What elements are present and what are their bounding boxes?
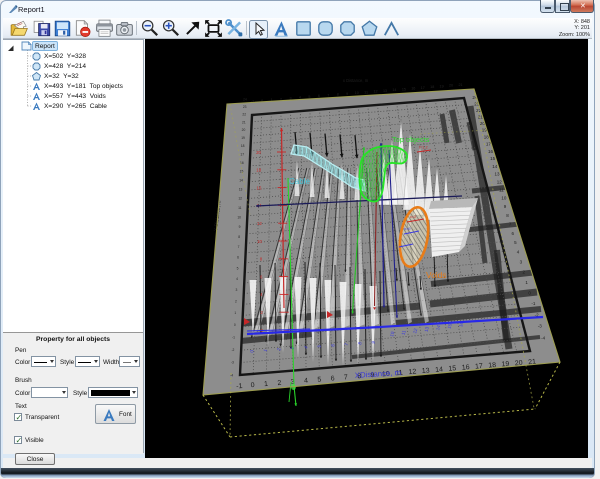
svg-text:9: 9 [239, 225, 241, 229]
svg-text:18: 18 [256, 168, 261, 173]
svg-text:-1: -1 [236, 383, 243, 391]
svg-text:0: 0 [250, 382, 255, 389]
svg-text:18: 18 [430, 85, 434, 89]
svg-text:12: 12 [238, 197, 242, 201]
svg-text:8: 8 [337, 93, 339, 97]
svg-text:15: 15 [402, 87, 406, 91]
svg-text:19: 19 [241, 136, 245, 140]
svg-text:6: 6 [237, 256, 239, 260]
svg-text:10: 10 [237, 215, 241, 219]
svg-text:10: 10 [257, 239, 262, 244]
svg-text:17: 17 [240, 153, 244, 157]
svg-text:XDistance, m: XDistance, m [355, 368, 402, 380]
svg-text:5: 5 [308, 95, 310, 99]
svg-text:7: 7 [344, 374, 349, 381]
svg-text:11: 11 [238, 206, 242, 210]
svg-text:10: 10 [355, 91, 359, 95]
svg-text:-3: -3 [538, 324, 542, 329]
svg-text:22: 22 [242, 113, 246, 117]
svg-text:7: 7 [238, 245, 240, 249]
svg-text:t=1.2: t=1.2 [419, 146, 428, 150]
svg-text:21: 21 [242, 120, 246, 124]
svg-text:15: 15 [240, 170, 244, 174]
svg-text:13: 13 [239, 187, 243, 191]
svg-text:14: 14 [392, 88, 396, 92]
svg-text:12: 12 [373, 90, 377, 94]
svg-text:10: 10 [501, 196, 507, 201]
svg-text:5: 5 [237, 266, 239, 270]
svg-text:19: 19 [440, 84, 444, 88]
svg-text:15: 15 [490, 156, 496, 161]
svg-text:2: 2 [277, 380, 282, 387]
svg-text:3: 3 [236, 288, 238, 292]
svg-text:x Distance, m: x Distance, m [343, 78, 369, 83]
svg-text:-1: -1 [232, 335, 235, 339]
svg-text:16: 16 [257, 185, 262, 190]
svg-text:5: 5 [317, 376, 322, 383]
svg-text:20: 20 [256, 150, 261, 155]
svg-text:h=9: h=9 [404, 227, 410, 231]
svg-text:23: 23 [243, 105, 247, 109]
svg-text:1: 1 [264, 381, 269, 388]
svg-text:Top objects: Top objects [392, 135, 430, 144]
svg-text:14: 14 [239, 178, 243, 182]
svg-text:-1: -1 [531, 301, 535, 306]
svg-text:16: 16 [411, 87, 415, 91]
svg-text:18: 18 [241, 144, 245, 148]
svg-text:Cable: Cable [289, 177, 310, 186]
svg-text:0: 0 [234, 323, 236, 327]
svg-text:20: 20 [242, 128, 246, 132]
svg-text:7: 7 [327, 94, 329, 98]
svg-text:12: 12 [257, 221, 262, 226]
svg-text:14: 14 [492, 164, 498, 169]
svg-text:21: 21 [458, 83, 462, 87]
svg-text:6: 6 [330, 375, 335, 382]
svg-text:20: 20 [449, 84, 453, 88]
svg-text:13: 13 [495, 172, 501, 177]
svg-text:17: 17 [421, 86, 425, 90]
svg-text:11: 11 [499, 187, 504, 192]
svg-text:-3: -3 [231, 361, 234, 365]
svg-text:1: 1 [234, 311, 236, 315]
svg-text:-4: -4 [541, 336, 545, 341]
svg-text:4: 4 [304, 378, 309, 385]
svg-text:8: 8 [238, 235, 240, 239]
svg-text:11: 11 [364, 91, 368, 95]
svg-text:13: 13 [383, 89, 387, 93]
svg-text:v=2: v=2 [410, 215, 416, 219]
svg-text:-2: -2 [231, 348, 234, 352]
svg-text:6: 6 [318, 94, 320, 98]
svg-text:2: 2 [235, 300, 237, 304]
svg-text:12: 12 [497, 179, 503, 184]
svg-text:9: 9 [346, 92, 348, 96]
svg-text:4: 4 [236, 277, 238, 281]
svg-text:24: 24 [243, 98, 247, 102]
svg-text:Voids: Voids [426, 270, 447, 280]
